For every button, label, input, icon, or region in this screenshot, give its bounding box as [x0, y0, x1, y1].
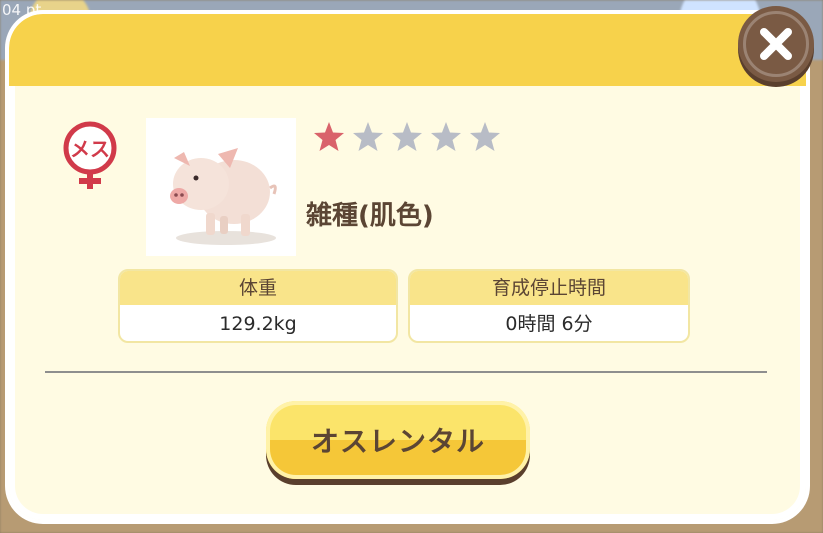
growth-stop-stat: 育成停止時間 0時間 6分 — [408, 269, 690, 343]
weight-value: 129.2kg — [219, 313, 297, 335]
star-empty-icon — [392, 122, 422, 151]
growth-stop-label: 育成停止時間 — [410, 271, 688, 305]
divider — [45, 371, 767, 373]
button-face: オスレンタル — [266, 401, 530, 479]
star-empty-icon — [470, 122, 500, 151]
close-button[interactable] — [738, 6, 814, 82]
male-rental-button[interactable]: オスレンタル — [266, 401, 530, 485]
growth-stop-value: 0時間 6分 — [505, 313, 593, 335]
gender-label: メス — [70, 137, 110, 161]
dialog-header — [9, 14, 806, 86]
pig-image — [170, 148, 277, 245]
star-empty-icon — [353, 122, 383, 151]
star-filled-icon — [314, 122, 344, 151]
female-icon: メス — [63, 121, 117, 189]
rating-stars — [312, 120, 502, 154]
male-rental-label: オスレンタル — [310, 425, 485, 458]
weight-stat: 体重 129.2kg — [118, 269, 398, 343]
breed-name: 雑種(肌色) — [306, 201, 434, 231]
close-icon — [760, 28, 792, 60]
star-empty-icon — [431, 122, 461, 151]
weight-label: 体重 — [120, 271, 396, 305]
pig-portrait — [146, 118, 296, 256]
